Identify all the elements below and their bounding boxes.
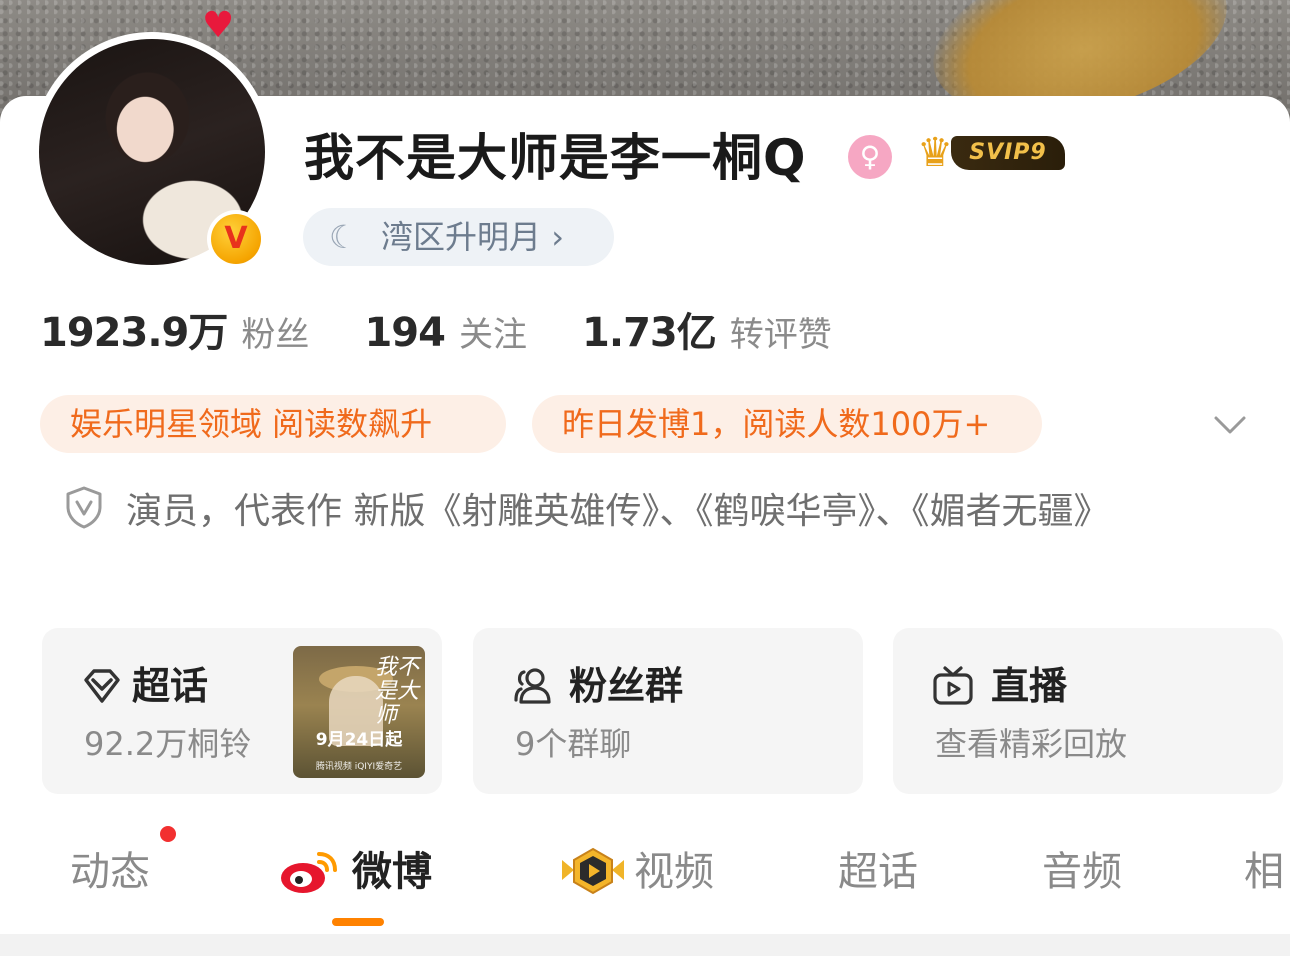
- profile-name: 我不是大师是李一桐Q: [304, 129, 807, 187]
- followers-stat[interactable]: 1923.9万 粉丝: [40, 300, 309, 358]
- weibo-logo-icon: [281, 852, 337, 893]
- female-gender-icon: ♀: [848, 135, 892, 179]
- fans-group-subtitle: 9个群聊: [515, 725, 632, 763]
- shield-v-icon: [66, 486, 102, 529]
- video-badge-icon: [562, 847, 624, 895]
- verified-v-icon: V: [211, 214, 261, 264]
- tab-video[interactable]: 视频: [634, 846, 714, 898]
- tab-album[interactable]: 相: [1244, 846, 1284, 898]
- moon-icon: ☾: [329, 218, 358, 256]
- interactions-stat[interactable]: 1.73亿 转评赞: [582, 300, 832, 358]
- notification-dot: [160, 826, 176, 842]
- live-title: 直播: [991, 664, 1068, 708]
- tab-supertopic[interactable]: 超话: [838, 846, 918, 898]
- poster-date: 9月24日起: [315, 730, 403, 750]
- chevron-down-icon[interactable]: [1210, 404, 1250, 444]
- poster-title: 我不是大师: [375, 655, 420, 728]
- tab-audio[interactable]: 音频: [1042, 846, 1122, 898]
- trend-chip-reads[interactable]: 娱乐明星领域 阅读数飙升: [40, 395, 506, 453]
- fans-group-title: 粉丝群: [569, 664, 684, 708]
- svip-level-label: SVIP9: [951, 136, 1065, 170]
- profile-intro: 演员，代表作 新版《射雕英雄传》、《鹤唳华亭》、《媚者无疆》: [126, 491, 1110, 532]
- drama-poster[interactable]: 我不是大师 9月24日起 腾讯视频 iQIYI爱奇艺: [293, 646, 425, 778]
- poster-platforms: 腾讯视频 iQIYI爱奇艺: [315, 762, 403, 772]
- live-tv-icon: [933, 666, 973, 705]
- supertopic-entry[interactable]: 超话 92.2万桐铃 我不是大师 9月24日起 腾讯视频 iQIYI爱奇艺: [42, 628, 442, 794]
- live-subtitle: 查看精彩回放: [935, 725, 1128, 763]
- fans-group-icon: [514, 668, 551, 704]
- svip-badge[interactable]: ♛ SVIP9: [907, 130, 1067, 176]
- following-stat[interactable]: 194 关注: [364, 307, 527, 356]
- verified-badge: V: [207, 210, 265, 268]
- tab-dynamic[interactable]: 动态: [70, 846, 150, 898]
- live-entry[interactable]: 直播 查看精彩回放: [893, 628, 1283, 794]
- trend-chip-yesterday[interactable]: 昨日发博1，阅读人数100万+: [532, 395, 1042, 453]
- tab-weibo[interactable]: 微博: [352, 846, 432, 898]
- heart-decoration-icon: ♥: [202, 5, 235, 46]
- location-label: 湾区升明月 ›: [381, 218, 564, 256]
- supertopic-title: 超话: [132, 664, 209, 708]
- fans-group-entry[interactable]: 粉丝群 9个群聊: [473, 628, 863, 794]
- location-badge[interactable]: ☾ 湾区升明月 ›: [303, 208, 614, 266]
- supertopic-icon: [84, 669, 120, 703]
- chevron-right-icon: ›: [551, 218, 564, 256]
- supertopic-subtitle: 92.2万桐铃: [84, 725, 252, 763]
- bottom-divider: [0, 934, 1290, 956]
- active-tab-indicator: [332, 918, 384, 926]
- profile-stats: 1923.9万 粉丝 194 关注 1.73亿 转评赞: [40, 300, 882, 360]
